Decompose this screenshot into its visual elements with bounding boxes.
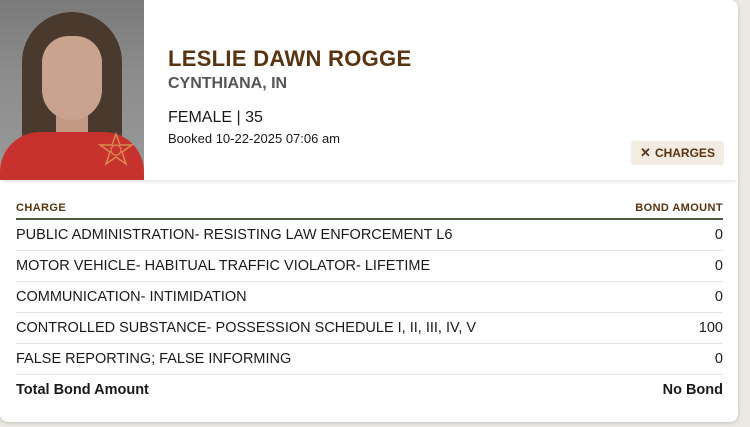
close-icon: ✕ [640,145,651,160]
inmate-header: LESLIE DAWN ROGGE CYNTHIANA, IN FEMALE |… [0,0,738,180]
charges-table: CHARGE BOND AMOUNT PUBLIC ADMINISTRATION… [16,198,723,405]
bond-cell: 0 [714,351,723,367]
charge-cell: FALSE REPORTING; FALSE INFORMING [16,351,292,367]
total-bond-row: Total Bond Amount No Bond [16,375,723,405]
column-header-bond: BOND AMOUNT [635,202,723,214]
inmate-sex-age: FEMALE | 35 [168,109,263,126]
table-row: FALSE REPORTING; FALSE INFORMING 0 [16,344,723,375]
mugshot-face [42,36,102,120]
mugshot-photo [0,0,144,180]
column-header-charge: CHARGE [16,202,67,214]
inmate-name: LESLIE DAWN ROGGE [168,46,412,71]
table-row: COMMUNICATION- INTIMIDATION 0 [16,282,723,313]
table-row: MOTOR VEHICLE- HABITUAL TRAFFIC VIOLATOR… [16,251,723,282]
booked-date: Booked 10-22-2025 07:06 am [168,131,341,146]
charge-cell: COMMUNICATION- INTIMIDATION [16,289,247,305]
total-bond-value: No Bond [662,382,723,398]
bond-cell: 100 [698,320,723,336]
bond-cell: 0 [714,289,723,305]
total-bond-label: Total Bond Amount [16,382,149,398]
table-row: PUBLIC ADMINISTRATION- RESISTING LAW ENF… [16,220,723,251]
bond-cell: 0 [714,258,723,274]
table-header: CHARGE BOND AMOUNT [16,198,723,220]
bond-cell: 0 [714,227,723,243]
charges-button-label: CHARGES [654,146,715,160]
charges-toggle-button[interactable]: ✕ CHARGES [631,141,724,165]
charge-cell: MOTOR VEHICLE- HABITUAL TRAFFIC VIOLATOR… [16,258,431,274]
inmate-location: CYNTHIANA, IN [168,75,288,92]
sheriff-star-watermark [98,132,134,166]
table-row: CONTROLLED SUBSTANCE- POSSESSION SCHEDUL… [16,313,723,344]
charge-cell: CONTROLLED SUBSTANCE- POSSESSION SCHEDUL… [16,320,477,336]
charge-cell: PUBLIC ADMINISTRATION- RESISTING LAW ENF… [16,227,453,243]
inmate-card: LESLIE DAWN ROGGE CYNTHIANA, IN FEMALE |… [0,0,738,422]
